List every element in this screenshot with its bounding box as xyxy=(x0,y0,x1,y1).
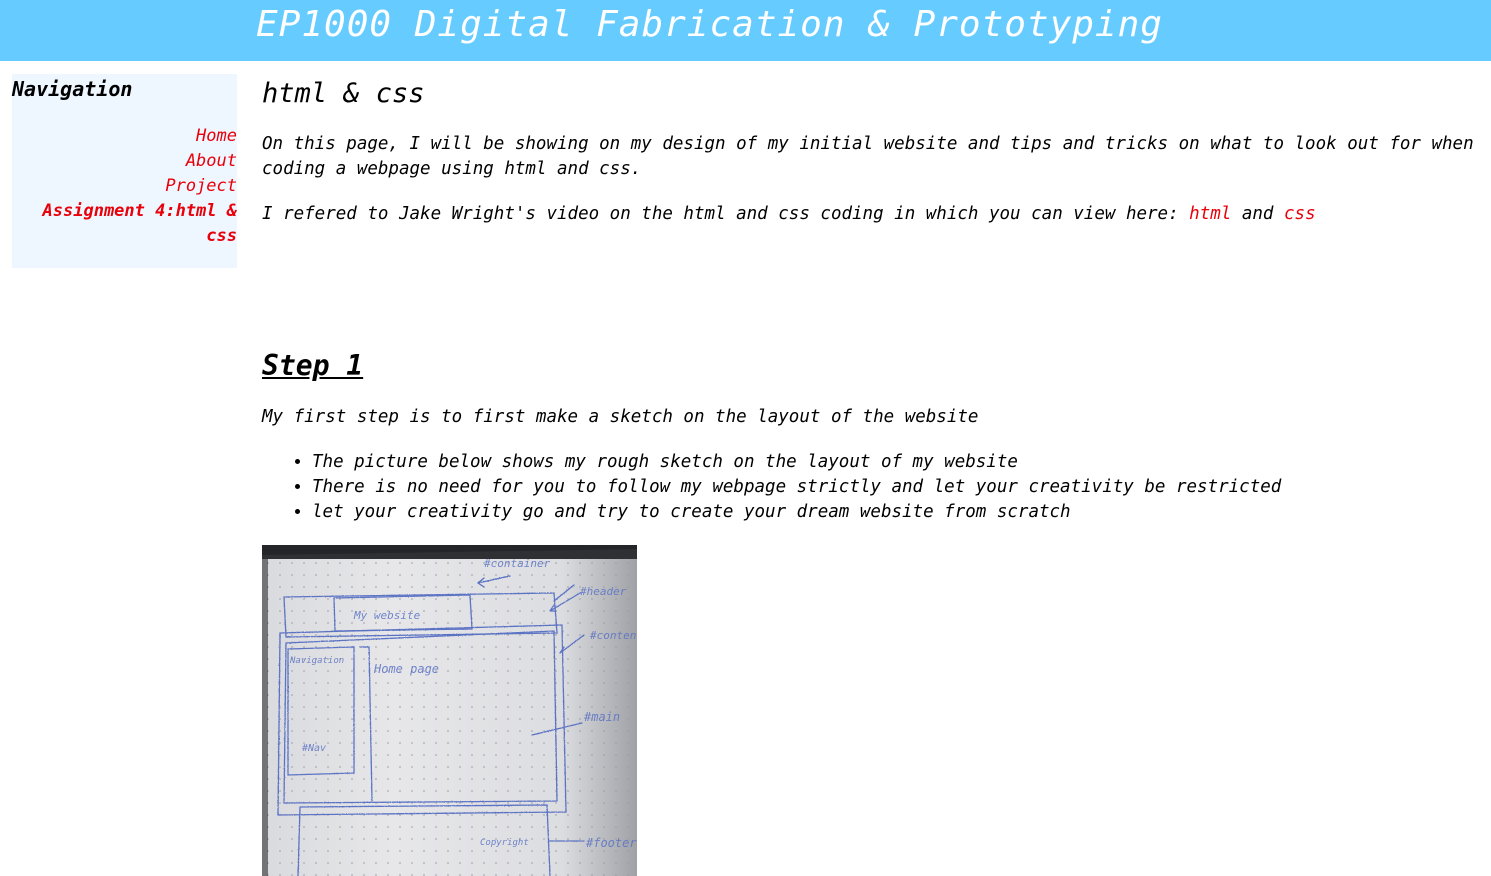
navigation-list: Home About Project Assignment 4:html & c… xyxy=(12,124,237,249)
navigation-panel: Navigation Home About Project Assignment… xyxy=(12,74,237,268)
step-1-bullets: The picture below shows my rough sketch … xyxy=(262,450,1281,525)
nav-link-home[interactable]: Home xyxy=(196,126,237,146)
reference-text: I refered to Jake Wright's video on the … xyxy=(262,204,1190,224)
layout-sketch-photo: #container #header My website #content N… xyxy=(262,545,637,876)
nav-item-home[interactable]: Home xyxy=(12,124,237,149)
sketch-label-header: #header xyxy=(579,585,627,598)
nav-item-project[interactable]: Project xyxy=(12,174,237,199)
site-title: EP1000 Digital Fabrication & Prototyping xyxy=(256,4,1163,45)
nav-item-assignment-4[interactable]: Assignment 4:html & css xyxy=(12,199,237,249)
bullet-item: The picture below shows my rough sketch … xyxy=(312,450,1281,475)
sketch-label-footer: #footer xyxy=(585,836,637,850)
sketch-label-content: #content xyxy=(589,629,637,642)
step-1-heading: Step 1 xyxy=(262,349,364,382)
sketch-label-nav: #Nav xyxy=(301,743,326,754)
nav-item-about[interactable]: About xyxy=(12,149,237,174)
sketch-label-my-website: My website xyxy=(353,609,421,622)
bullet-item: let your creativity go and try to create… xyxy=(312,500,1281,525)
sketch-label-main: #main xyxy=(583,710,620,724)
reference-paragraph: I refered to Jake Wright's video on the … xyxy=(262,202,1487,227)
sketch-label-copyright: Copyright xyxy=(480,838,529,848)
nav-link-about[interactable]: About xyxy=(186,151,237,171)
sketch-label-navigation: Navigation xyxy=(289,656,344,666)
nav-link-assignment-4[interactable]: Assignment 4:html & css xyxy=(43,201,237,246)
sketch-label-container: #container xyxy=(483,557,551,570)
page-heading: html & css xyxy=(262,78,425,109)
intro-paragraph: On this page, I will be showing on my de… xyxy=(262,134,1474,179)
reference-joiner: and xyxy=(1231,204,1285,224)
bullet-item: There is no need for you to follow my we… xyxy=(312,475,1281,500)
nav-link-project[interactable]: Project xyxy=(165,176,237,196)
navigation-title: Navigation xyxy=(12,77,133,101)
html-video-link[interactable]: html xyxy=(1189,204,1231,224)
site-header: EP1000 Digital Fabrication & Prototyping xyxy=(0,0,1491,61)
css-video-link[interactable]: css xyxy=(1284,204,1316,224)
step-1-description: My first step is to first make a sketch … xyxy=(262,407,979,427)
sketch-label-home-page: Home page xyxy=(373,662,439,676)
